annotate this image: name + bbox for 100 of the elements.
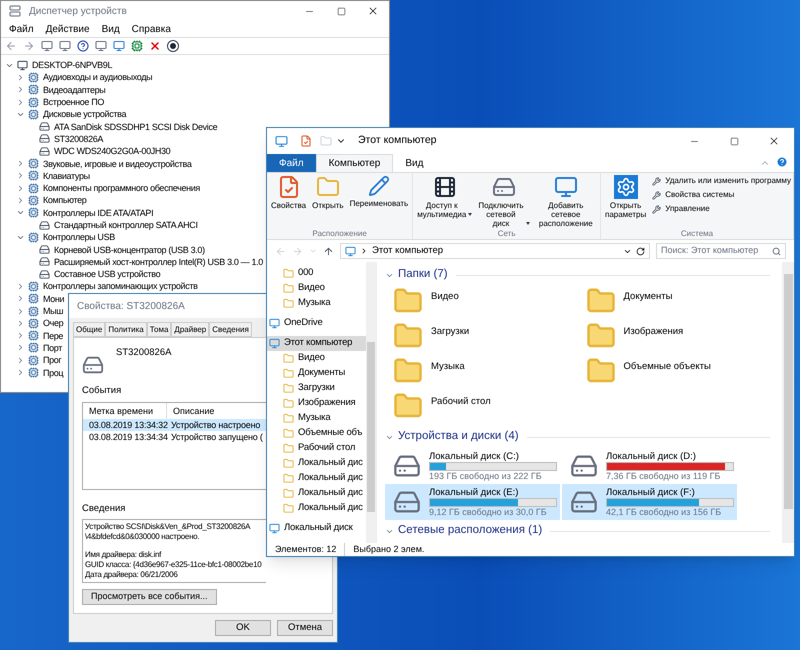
nav-item[interactable]: Видео [267, 351, 366, 366]
tree-item[interactable]: Проц [43, 366, 64, 379]
column-header[interactable]: Описание [167, 403, 220, 420]
drive-tile[interactable]: Локальный диск (F:) 42,1 ГБ свободно из 156 ГБ [562, 484, 737, 520]
dialog-tab[interactable]: Драйвер [171, 322, 210, 337]
tree-item[interactable]: DESKTOP-6NPVB9L [32, 59, 112, 72]
properties-icon[interactable] [300, 135, 312, 147]
tree-item[interactable]: Звуковые, игровые и видеоустройства [43, 158, 192, 170]
tree-item[interactable]: Мони [43, 292, 64, 305]
tree-item[interactable]: Контроллеры IDE ATA/ATAPI [43, 206, 154, 219]
dialog-button[interactable]: OK [215, 620, 271, 636]
menu-item[interactable]: Файл [9, 22, 34, 36]
ribbon-button[interactable]: Подключить сетевой диск [476, 175, 532, 228]
folder-tile[interactable]: Объемные объекты [578, 356, 770, 391]
close-icon[interactable] [768, 135, 780, 147]
nav-item[interactable]: 000 [267, 266, 366, 281]
up-icon[interactable] [323, 246, 334, 256]
tree-item[interactable]: Аудиовходы и аудиовыходы [43, 71, 152, 84]
drive-tile[interactable]: Локальный диск (D:) 7,36 ГБ свободно из 119 ГБ [562, 448, 737, 484]
event-row[interactable]: 03.08.2019 13:34:34 Устройство запущено ( [83, 431, 266, 444]
nav-item[interactable]: Видео [267, 281, 366, 296]
folder-tile[interactable]: Музыка [385, 356, 578, 391]
nav-item[interactable]: Музыка [267, 411, 366, 426]
ribbon-small-button[interactable]: Удалить или изменить программу [652, 175, 791, 187]
monitor-icon[interactable] [113, 40, 125, 52]
ribbon-tab[interactable]: Компьютер [316, 154, 394, 172]
scrollbar[interactable] [782, 262, 794, 543]
nav-item[interactable]: Документы [267, 366, 366, 381]
ribbon-small-button[interactable]: Свойства системы [652, 189, 791, 201]
tree-item[interactable]: Стандартный контроллер SATA AHCI [54, 219, 198, 231]
tree-item[interactable]: Видеоадаптеры [43, 84, 106, 96]
drive-tile[interactable]: Локальный диск (E:) 9,12 ГБ свободно из 30,0 ГБ [385, 484, 560, 520]
delete-icon[interactable] [149, 40, 161, 52]
maximize-icon[interactable] [730, 136, 738, 146]
nav-item[interactable]: Загрузки [267, 381, 366, 396]
close-icon[interactable] [367, 5, 379, 17]
search-icon[interactable] [772, 246, 781, 256]
back-icon[interactable] [5, 40, 17, 52]
folder-tile[interactable]: Рабочий стол [385, 391, 578, 426]
dialog-tab[interactable]: Сведения [209, 322, 252, 337]
tree-item[interactable]: Порт [43, 342, 62, 354]
drive-tile[interactable]: Локальный диск (C:) 193 ГБ свободно из 222 ГБ [385, 448, 560, 484]
dialog-tab[interactable]: Общие [73, 322, 106, 337]
ribbon-button[interactable]: Свойства [269, 175, 308, 228]
tree-item[interactable]: Контроллеры запоминающих устройств [43, 280, 198, 292]
section-header[interactable]: Сетевые расположения (1) [398, 522, 542, 540]
nav-item[interactable]: Объемные объ [267, 426, 366, 441]
tree-item[interactable]: Встроенное ПО [43, 96, 104, 108]
tree-item[interactable]: Очер [43, 317, 64, 330]
ribbon-button[interactable]: Доступ к мультимедиа [415, 175, 474, 228]
dialog-button[interactable]: Отмена [277, 620, 333, 636]
menu-item[interactable]: Действие [46, 22, 90, 36]
tree-item[interactable]: Мыш [43, 305, 64, 318]
address-bar[interactable]: Этот компьютер [340, 243, 650, 259]
ribbon-button[interactable]: Открыть параметры [603, 175, 648, 228]
dialog-tab[interactable]: Тома [146, 322, 172, 337]
nav-item[interactable]: Музыка [267, 296, 366, 311]
nav-item[interactable]: Рабочий стол [267, 441, 366, 456]
tree-item[interactable]: Расширяемый хост-контроллер Intel(R) USB 3.0 — 1.0 [54, 256, 263, 268]
tree-item[interactable]: Дисковые устройства [43, 108, 126, 120]
tree-item[interactable]: Компоненты программного обеспечения [43, 182, 200, 194]
nav-item[interactable]: Локальный дис [267, 456, 366, 471]
nav-item[interactable]: Этот компьютер [267, 336, 366, 351]
ribbon-tab[interactable]: Вид [393, 154, 436, 172]
tree-item[interactable]: ST3200826A [54, 132, 104, 145]
scrollbar[interactable] [366, 262, 376, 543]
search-field[interactable]: Поиск: Этот компьютер [656, 243, 786, 259]
maximize-icon[interactable] [336, 6, 346, 16]
nav-item[interactable]: OneDrive [267, 316, 366, 331]
folder-tile[interactable]: Изображения [578, 321, 770, 356]
ribbon-button[interactable]: Переименовать [348, 175, 410, 228]
section-header[interactable]: Папки (7) [398, 266, 448, 284]
folder-tile[interactable]: Загрузки [385, 321, 578, 356]
file-tab[interactable]: Файл [267, 154, 316, 172]
nav-item[interactable]: Изображения [267, 396, 366, 411]
menu-item[interactable]: Вид [102, 22, 120, 36]
ribbon-button[interactable]: Добавить сетевое расположение [534, 175, 598, 228]
menu-item[interactable]: Справка [132, 22, 171, 36]
tree-item[interactable]: Прог [43, 354, 62, 366]
event-row[interactable]: 03.08.2019 13:34:32 Устройство настроено [83, 419, 266, 432]
refresh-icon[interactable] [636, 246, 645, 256]
tree-item[interactable]: Клавиатуры [43, 170, 90, 182]
ribbon-small-button[interactable]: Управление [652, 203, 791, 215]
help-icon[interactable] [77, 40, 89, 52]
chevron-right-icon[interactable] [360, 247, 368, 255]
nav-item[interactable]: Локальный дис [267, 501, 366, 516]
forward-icon[interactable] [23, 40, 35, 52]
folder-tile[interactable]: Видео [385, 286, 578, 321]
tree-item[interactable]: Пере [43, 330, 64, 342]
tree-item[interactable]: Составное USB устройство [54, 268, 160, 280]
device-icon[interactable] [131, 40, 143, 52]
folder-tile[interactable]: Документы [578, 286, 770, 321]
view-all-events-button[interactable]: Просмотреть все события... [82, 588, 217, 604]
tree-item[interactable]: Контроллеры USB [43, 231, 115, 244]
section-header[interactable]: Устройства и диски (4) [398, 428, 519, 446]
dialog-tab[interactable]: Политика [105, 322, 147, 337]
tree-item[interactable]: Корневой USB-концентратор (USB 3.0) [54, 244, 205, 256]
nav-item[interactable]: Локальный дис [267, 471, 366, 486]
nav-item[interactable]: Локальный диск [267, 521, 366, 536]
tree-item[interactable]: ATA SanDisk SDSSDHP1 SCSI Disk Device [54, 120, 218, 133]
